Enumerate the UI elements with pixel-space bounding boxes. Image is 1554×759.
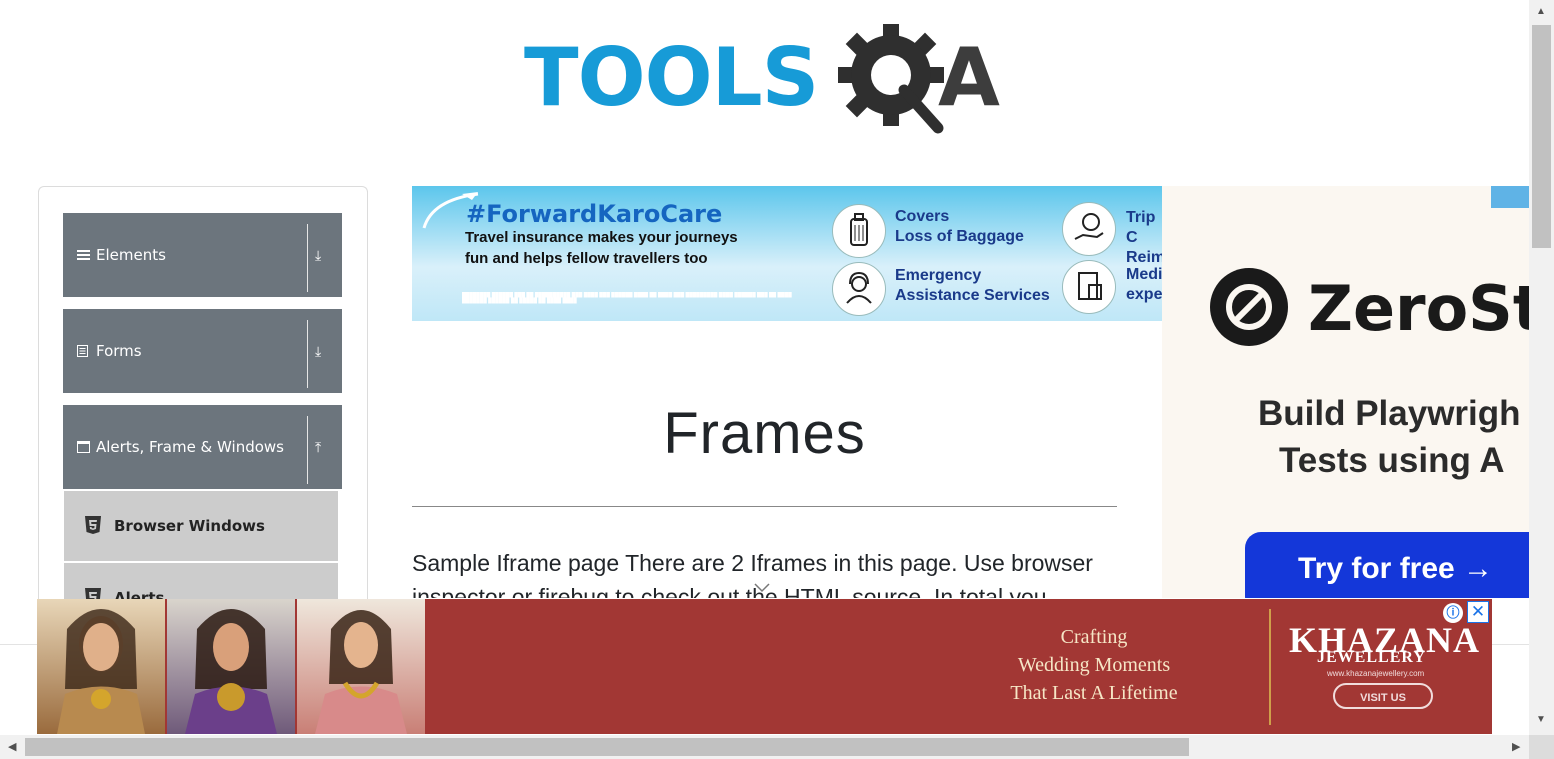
jewellery-ad[interactable]: Crafting Wedding Moments That Last A Lif… xyxy=(37,599,1492,734)
ad-close-button[interactable]: ✕ xyxy=(1467,601,1489,623)
feature-3-line-1: Trip C xyxy=(1126,209,1156,246)
feature-1: Covers Loss of Baggage xyxy=(895,207,1024,247)
travel-insurance-ad[interactable]: #ForwardKaroCare Travel insurance makes … xyxy=(412,186,1162,321)
feature-4: Medi expe xyxy=(1126,265,1162,305)
vertical-scrollbar[interactable]: ▲ ▼ xyxy=(1529,0,1554,735)
collapse-ad-chevron-icon[interactable] xyxy=(753,582,771,594)
scrollbar-corner xyxy=(1529,735,1554,759)
document-icon xyxy=(77,345,88,359)
hamburger-icon xyxy=(77,249,90,263)
model-photo-3 xyxy=(297,599,425,734)
gear-magnifier-icon xyxy=(838,24,944,134)
download-arrow-icon[interactable]: ⤓ xyxy=(315,342,321,360)
feature-1-line-2: Loss of Baggage xyxy=(895,228,1024,245)
ad-tagline: Crafting Wedding Moments That Last A Lif… xyxy=(989,623,1199,707)
ad-website: www.khazanajewellery.com xyxy=(1327,669,1425,678)
scroll-up-arrow-icon[interactable]: ▲ xyxy=(1536,6,1546,17)
group-label: Alerts, Frame & Windows xyxy=(96,438,284,456)
divider xyxy=(307,416,308,484)
group-alerts-frame-windows[interactable]: Alerts, Frame & Windows ⤒ xyxy=(63,405,342,489)
feature-2: Emergency Assistance Services xyxy=(895,266,1050,306)
divider xyxy=(307,224,308,292)
group-forms[interactable]: Forms ⤓ xyxy=(63,309,342,393)
model-photo-2 xyxy=(167,599,295,734)
ad-brand-subtitle: JEWELLERY xyxy=(1317,649,1426,666)
window-icon xyxy=(77,441,90,455)
vertical-scroll-thumb[interactable] xyxy=(1532,25,1551,248)
feature-2-line-2: Assistance Services xyxy=(895,287,1050,304)
ad-top-strip xyxy=(1491,186,1529,208)
visit-us-button[interactable]: VISIT US xyxy=(1333,683,1433,709)
ad-headline-2: Tests using A xyxy=(1279,441,1505,480)
ad-hashtag: #ForwardKaroCare xyxy=(466,200,723,228)
upload-arrow-icon[interactable]: ⤒ xyxy=(315,438,321,456)
zerostep-logo-icon xyxy=(1210,268,1288,346)
group-label: Elements xyxy=(96,246,166,264)
group-label: Forms xyxy=(96,342,142,360)
left-panel: Elements ⤓ Forms ⤓ Alerts, Frame & Windo… xyxy=(38,186,368,607)
logo-text-a: A xyxy=(938,31,1000,124)
sidebar-item-label: Browser Windows xyxy=(114,517,265,535)
ad-line-1: Travel insurance makes your journeys xyxy=(465,229,738,246)
ad-line-2: fun and helps fellow travellers too xyxy=(465,250,708,267)
medical-bill-icon xyxy=(1062,260,1116,314)
feature-3: Trip C Reim xyxy=(1126,208,1162,268)
logo-text-tools: TOOLS xyxy=(524,31,819,124)
horizontal-scrollbar[interactable]: ◀ ▶ xyxy=(0,735,1529,759)
money-hand-icon xyxy=(1062,202,1116,256)
scroll-right-arrow-icon[interactable]: ▶ xyxy=(1512,740,1520,753)
ad-fine-print: ████████ ██████ ███ ██ ██████████ ███ ██… xyxy=(462,292,792,304)
feature-4-line-2: expe xyxy=(1126,286,1162,303)
page-title: Frames xyxy=(663,401,866,466)
horizontal-scroll-thumb[interactable] xyxy=(25,738,1189,756)
feature-4-line-1: Medi xyxy=(1126,266,1162,283)
title-divider xyxy=(412,506,1117,507)
model-photo-1 xyxy=(37,599,165,734)
description-line-1: Sample Iframe page There are 2 Iframes i… xyxy=(412,550,1093,576)
feature-2-line-1: Emergency xyxy=(895,267,982,284)
try-for-free-button[interactable]: Try for free → xyxy=(1245,532,1529,598)
divider xyxy=(307,320,308,388)
feature-1-line-1: Covers xyxy=(895,208,950,225)
ad-divider xyxy=(1269,609,1271,725)
tagline-line-2: Wedding Moments xyxy=(1017,654,1171,676)
scroll-left-arrow-icon[interactable]: ◀ xyxy=(8,740,16,753)
ad-info-icon[interactable]: ⓘ xyxy=(1443,603,1463,623)
sidebar-item-browser-windows[interactable]: Browser Windows xyxy=(64,491,338,561)
tagline-line-3: That Last A Lifetime xyxy=(1010,682,1178,704)
group-elements[interactable]: Elements ⤓ xyxy=(63,213,342,297)
feature-3-line-2: Reim xyxy=(1126,249,1162,266)
zerostep-ad[interactable]: ZeroSte Build Playwrigh Tests using A Tr… xyxy=(1162,186,1529,598)
support-agent-icon xyxy=(832,262,886,316)
scroll-down-arrow-icon[interactable]: ▼ xyxy=(1536,714,1546,725)
luggage-icon xyxy=(832,204,886,258)
cta-label: Try for free → xyxy=(1298,552,1494,585)
toolsqa-logo[interactable]: TOOLS A xyxy=(524,24,1010,136)
html5-icon xyxy=(85,516,101,534)
download-arrow-icon[interactable]: ⤓ xyxy=(315,246,321,264)
ad-headline-1: Build Playwrigh xyxy=(1258,394,1521,433)
ad-brand: ZeroSte xyxy=(1308,272,1529,345)
tagline-line-1: Crafting xyxy=(1060,626,1128,648)
